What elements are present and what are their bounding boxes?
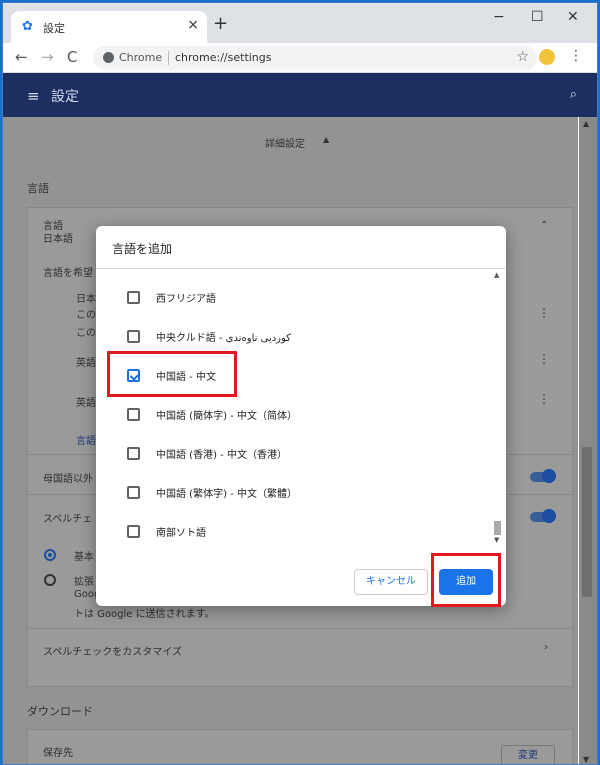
tab-strip: ✿ 設定 × + − ☐ ✕ [3,3,597,43]
spellcheck-label: スペルチェ [43,514,93,525]
cancel-button[interactable]: キャンセル [354,569,428,595]
save-location-label: 保存先 [43,748,73,759]
page-title: 設定 [51,89,79,105]
language-label: 南部ソト語 [156,528,206,539]
language-checkbox[interactable] [127,408,140,421]
omnibox-url[interactable]: chrome://settings [175,51,272,64]
translate-offer-label: 母国語以外 [43,474,93,485]
omnibox-divider [168,51,169,65]
menu-icon[interactable]: ≡ [27,87,40,105]
settings-header: ≡ 設定 ⌕ [3,73,597,117]
lang-value: 日本語 [43,234,73,245]
advanced-label[interactable]: 詳細設定 [265,135,305,150]
customize-spellcheck-link[interactable]: スペルチェックをカスタマイズ [43,643,182,658]
enhanced-desc-2: トは Google に送信されます。 [74,609,215,620]
language-row-japanese: 日本 [76,294,96,305]
scroll-down-arrow[interactable]: ▼ [494,536,499,544]
scroll-up-arrow[interactable]: ▲ [494,271,499,279]
basic-spellcheck-label: 基本 [74,552,94,563]
scroll-thumb[interactable] [582,447,592,597]
languages-section-title: 言語 [27,182,49,195]
language-label: 中央クルド語 - کوردیی ناوەندی [156,333,291,344]
language-option[interactable]: 中国語 (香港) - 中文（香港） [96,435,492,473]
tab-title: 設定 [43,22,65,35]
dialog-title: 言語を追加 [112,242,173,256]
new-tab-button[interactable]: + [213,15,228,33]
chevron-up-icon: ▲ [323,135,330,144]
chrome-icon [103,52,114,63]
add-languages-link[interactable]: 言語 [76,432,96,447]
back-button[interactable]: ← [15,48,28,66]
enhanced-spellcheck-radio[interactable] [44,574,56,586]
language-order-label: 言語を希望 [43,268,93,279]
reload-button[interactable]: C [67,48,77,66]
chevron-right-icon[interactable]: › [544,642,548,653]
tab-close-button[interactable]: × [187,17,199,33]
change-location-button[interactable]: 変更 [501,745,555,764]
enhanced-spellcheck-label: 拡張 [74,577,94,588]
menu-dots-icon[interactable]: ⋮ [569,48,583,64]
omnibox-chrome-label: Chrome [119,51,163,64]
language-checkbox[interactable] [127,330,140,343]
language-row-desc-1: この [76,310,96,321]
maximize-button[interactable]: ☐ [531,9,544,25]
add-language-dialog: 言語を追加 西フリジア語 中央クルド語 - کوردیی ناوەندی 中国語… [96,226,506,606]
address-bar[interactable]: Chrome chrome://settings ☆ [93,46,537,70]
language-option[interactable]: 南部ソト語 [96,513,492,544]
more-icon[interactable]: ⋮ [538,306,550,320]
gear-icon: ✿ [22,19,33,34]
downloads-section-title: ダウンロード [27,705,93,718]
divider [28,628,572,629]
basic-spellcheck-radio[interactable] [44,549,56,561]
spellcheck-toggle[interactable] [530,509,556,523]
star-icon[interactable]: ☆ [516,49,529,65]
language-option[interactable]: 西フリジア語 [96,279,492,317]
language-option[interactable]: 中国語 (簡体字) - 中文（简体） [96,396,492,434]
language-list: 西フリジア語 中央クルド語 - کوردیی ناوەندی 中国語 - 中文 … [96,269,506,544]
chevron-up-icon[interactable]: ⌃ [540,220,548,231]
language-checkbox[interactable] [127,486,140,499]
scroll-thumb[interactable] [494,521,501,535]
tab-settings[interactable]: ✿ 設定 × [11,11,207,43]
forward-button[interactable]: → [41,48,54,66]
minimize-button[interactable]: − [493,9,505,25]
more-icon[interactable]: ⋮ [538,392,550,406]
language-row-english-2: 英語 [76,398,96,409]
dialog-scrollbar[interactable]: ▲ ▼ [494,269,502,544]
scroll-up-arrow[interactable]: ▲ [583,119,589,128]
language-row-desc-2: この [76,328,96,339]
language-checkbox[interactable] [127,447,140,460]
translate-toggle[interactable] [530,469,556,483]
highlight-chinese-option [107,351,237,397]
language-option[interactable]: 中国語 (繁体字) - 中文（繁體） [96,474,492,512]
language-label: 中国語 (香港) - 中文（香港） [156,450,287,461]
browser-toolbar: ← → C Chrome chrome://settings ☆ ⋮ [3,43,597,73]
extension-icon[interactable] [539,49,555,65]
page-scrollbar[interactable]: ▲ ▼ [579,117,597,764]
search-icon[interactable]: ⌕ [570,87,577,102]
language-checkbox[interactable] [127,525,140,538]
downloads-card: 保存先 [27,729,573,764]
highlight-add-button [431,553,501,607]
browser-window: ✿ 設定 × + − ☐ ✕ ← → C Chrome chrome://set… [2,2,598,765]
window-close-button[interactable]: ✕ [567,9,579,25]
more-icon[interactable]: ⋮ [538,352,550,366]
language-row-english-1: 英語 [76,358,96,369]
language-label: 中国語 (簡体字) - 中文（简体） [156,411,297,422]
scroll-down-arrow[interactable]: ▼ [583,755,589,764]
language-label: 中国語 (繁体字) - 中文（繁體） [156,489,297,500]
language-label: 西フリジア語 [156,294,216,305]
language-checkbox[interactable] [127,291,140,304]
